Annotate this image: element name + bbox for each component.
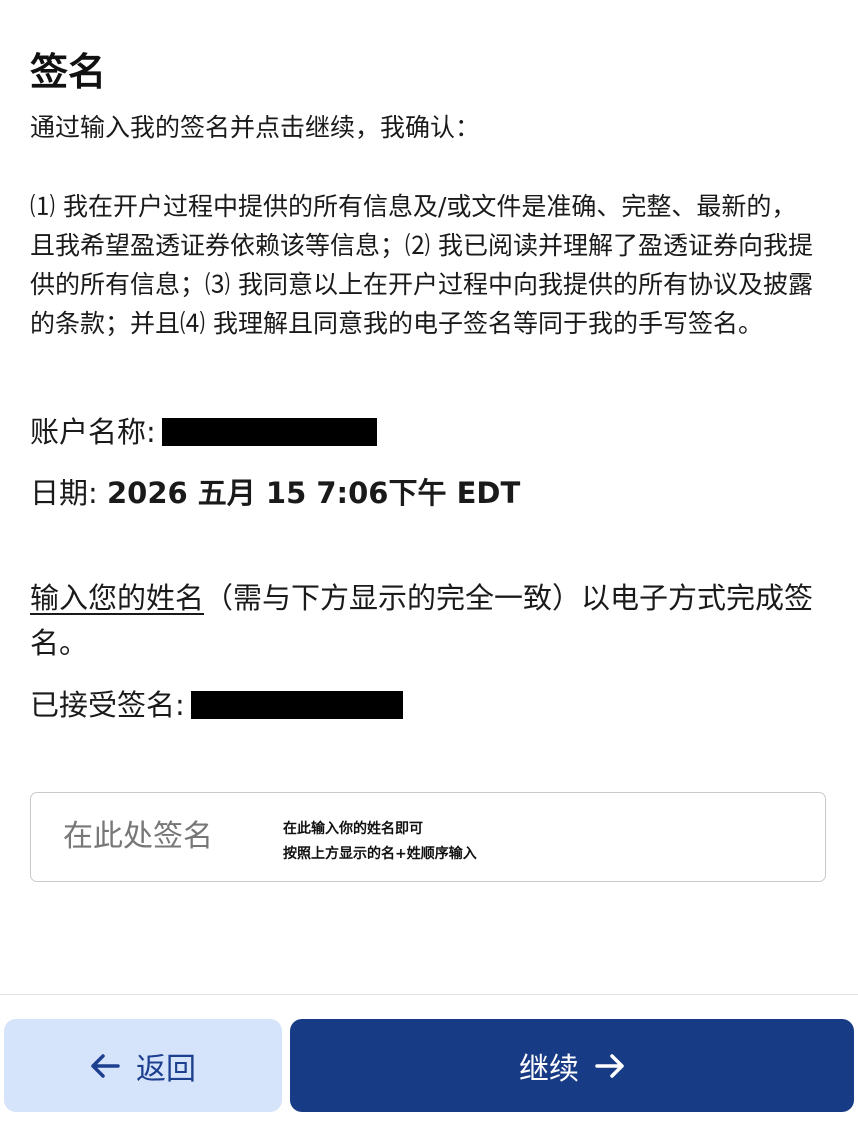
enter-name-link[interactable]: 输入您的姓名 xyxy=(30,581,204,615)
back-label: 返回 xyxy=(136,1051,196,1087)
signature-instruction: 输入您的姓名（需与下方显示的完全一致）以电子方式完成签名。 xyxy=(30,576,820,666)
date-value: 2026 五月 15 7:06下午 EDT xyxy=(107,476,521,510)
signature-page: 签名 通过输入我的签名并点击继续，我确认： ⑴ 我在开户过程中提供的所有信息及/… xyxy=(0,0,858,1133)
arrow-right-icon xyxy=(595,1053,625,1079)
signature-hint: 在此输入你的姓名即可 按照上方显示的名+姓顺序输入 xyxy=(283,817,477,867)
account-name-row: 账户名称: xyxy=(30,412,820,452)
continue-button[interactable]: 继续 xyxy=(290,1019,854,1112)
signature-field[interactable]: 在此输入你的姓名即可 按照上方显示的名+姓顺序输入 xyxy=(30,792,826,882)
signature-hint-line2: 按照上方显示的名+姓顺序输入 xyxy=(283,846,477,862)
account-name-label: 账户名称: xyxy=(30,415,156,449)
accepted-signature-row: 已接受签名: xyxy=(30,685,820,725)
date-row: 日期: 2026 五月 15 7:06下午 EDT xyxy=(30,473,820,513)
signature-input[interactable] xyxy=(31,793,271,880)
intro-text: 通过输入我的签名并点击继续，我确认： xyxy=(30,113,481,142)
date-label: 日期: xyxy=(30,476,98,510)
page-title: 签名 xyxy=(30,50,107,94)
arrow-left-icon xyxy=(90,1053,120,1079)
accepted-signature-redacted xyxy=(190,691,403,719)
main-content: 签名 通过输入我的签名并点击继续，我确认： ⑴ 我在开户过程中提供的所有信息及/… xyxy=(30,48,820,725)
continue-label: 继续 xyxy=(519,1051,579,1087)
account-name-redacted xyxy=(161,418,377,446)
back-button[interactable]: 返回 xyxy=(4,1019,282,1112)
footer-divider xyxy=(0,994,858,995)
signature-hint-line1: 在此输入你的姓名即可 xyxy=(283,821,423,837)
accepted-signature-label: 已接受签名: xyxy=(30,688,185,722)
terms-text: ⑴ 我在开户过程中提供的所有信息及/或文件是准确、完整、最新的，且我希望盈透证券… xyxy=(30,192,813,338)
